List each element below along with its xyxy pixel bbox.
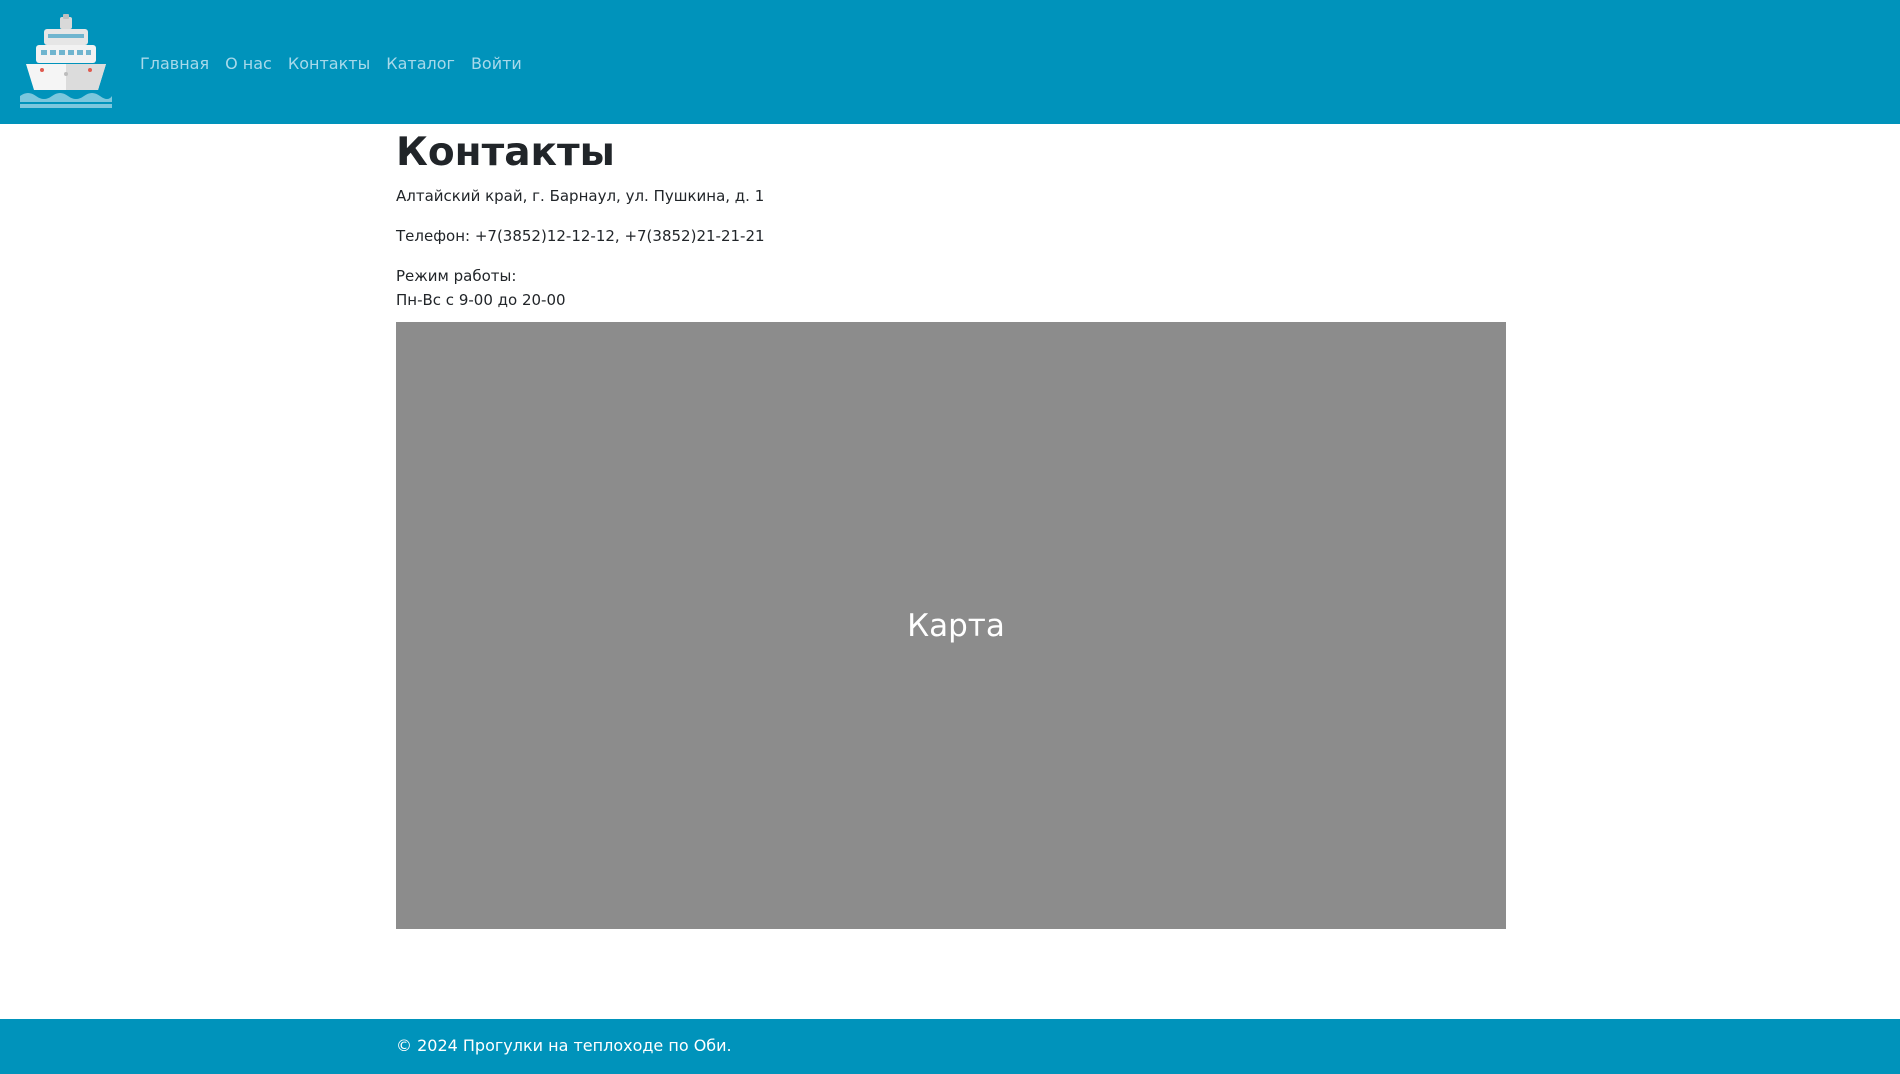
- nav-link-about[interactable]: О нас: [225, 54, 272, 73]
- phone-text: Телефон: +7(3852)12-12-12, +7(3852)21-21…: [396, 227, 765, 245]
- ship-icon[interactable]: [20, 14, 112, 110]
- nav-link-login[interactable]: Войти: [471, 54, 522, 73]
- footer-copyright: © 2024 Прогулки на теплоходе по Оби.: [396, 1036, 732, 1055]
- map-placeholder[interactable]: Карта: [396, 322, 1506, 929]
- nav-link-contacts[interactable]: Контакты: [288, 54, 370, 73]
- page-title: Контакты: [396, 130, 615, 175]
- hours-text: Пн-Вс с 9-00 до 20-00: [396, 291, 566, 309]
- map-label: Карта: [907, 607, 1005, 644]
- main-content: Контакты Алтайский край, г. Барнаул, ул.…: [396, 124, 1506, 312]
- site-header: Главная О нас Контакты Каталог Войти: [0, 0, 1900, 124]
- hours-label: Режим работы:: [396, 267, 517, 285]
- site-footer: © 2024 Прогулки на теплоходе по Оби.: [0, 1019, 1900, 1074]
- address-text: Алтайский край, г. Барнаул, ул. Пушкина,…: [396, 187, 765, 205]
- main-nav: Главная О нас Контакты Каталог Войти: [140, 50, 522, 76]
- nav-link-home[interactable]: Главная: [140, 54, 209, 73]
- nav-link-catalog[interactable]: Каталог: [386, 54, 455, 73]
